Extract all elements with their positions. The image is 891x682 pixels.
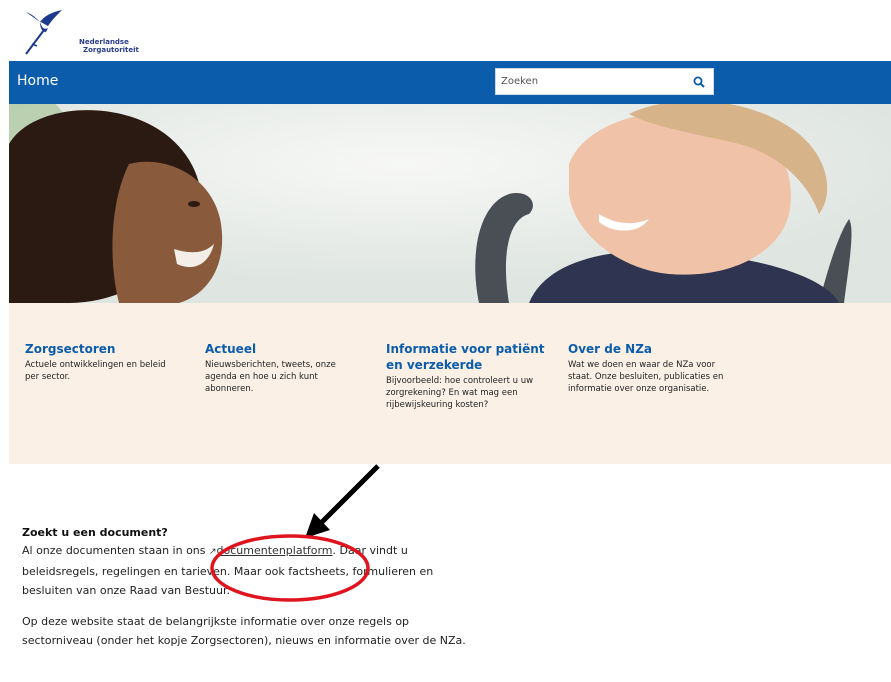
card-actueel[interactable]: Actueel Nieuwsberichten, tweets, onze ag… [205, 341, 355, 395]
nza-bird-logo-icon [25, 10, 62, 55]
nav-home-link[interactable]: Home [17, 73, 58, 89]
intro-text-before: Al onze documenten staan in ons [22, 544, 209, 557]
hero-image [9, 104, 891, 303]
nza-logo[interactable]: Nederlandse Zorgautoriteit [22, 8, 142, 58]
card-description: Nieuwsberichten, tweets, onze agenda en … [205, 360, 336, 394]
card-title[interactable]: Actueel [205, 341, 355, 357]
website-info-paragraph: Op deze website staat de belangrijkste i… [22, 615, 466, 647]
card-title[interactable]: Informatie voor patiënt en verzekerde [386, 341, 551, 373]
card-description: Actuele ontwikkelingen en beleid per sec… [25, 360, 166, 382]
main-navbar: Home [9, 61, 891, 104]
card-informatie-patient[interactable]: Informatie voor patiënt en verzekerde Bi… [386, 341, 551, 411]
search-button[interactable] [685, 69, 713, 94]
logo-line-2: Zorgautoriteit [83, 46, 139, 54]
hero-photo-people-icon [9, 104, 891, 303]
card-zorgsectoren[interactable]: Zorgsectoren Actuele ontwikkelingen en b… [25, 341, 175, 383]
intro-paragraph: Al onze documenten staan in ons ↗documen… [22, 541, 482, 600]
cards-section: Zorgsectoren Actuele ontwikkelingen en b… [9, 303, 891, 464]
documentenplatform-link[interactable]: documentenplatform [217, 544, 333, 557]
card-title[interactable]: Zorgsectoren [25, 341, 175, 357]
card-description: Bijvoorbeeld: hoe controleert u uw zorgr… [386, 376, 534, 410]
logo-wordmark: Nederlandse Zorgautoriteit [79, 38, 139, 54]
card-over-nza[interactable]: Over de NZa Wat we doen en waar de NZa v… [568, 341, 738, 395]
search-input[interactable] [496, 69, 685, 94]
card-title[interactable]: Over de NZa [568, 341, 738, 357]
card-description: Wat we doen en waar de NZa voor staat. O… [568, 360, 724, 394]
search-icon [693, 76, 705, 88]
external-link-icon: ↗ [209, 547, 217, 557]
search-box [495, 68, 714, 95]
document-info-section: Zoekt u een document? Al onze documenten… [22, 526, 482, 650]
logo-line-1: Nederlandse [79, 38, 129, 46]
section-heading: Zoekt u een document? [22, 526, 168, 539]
